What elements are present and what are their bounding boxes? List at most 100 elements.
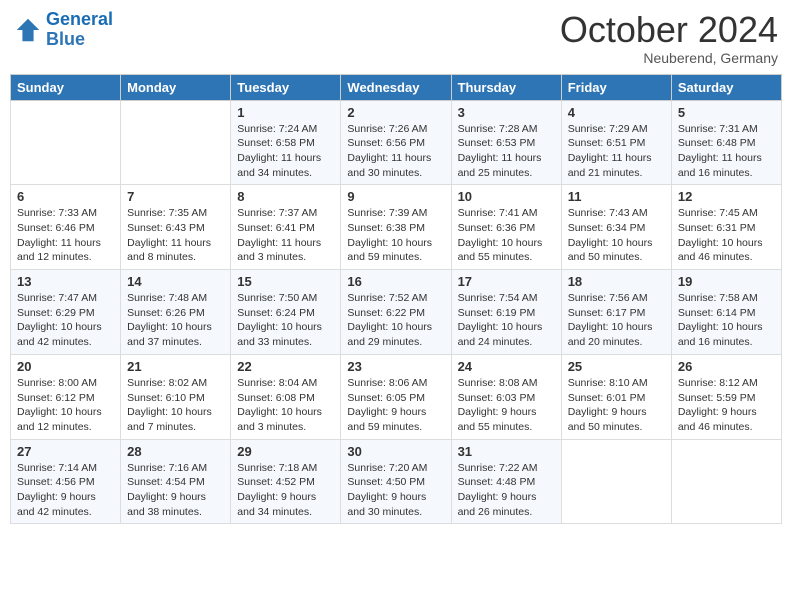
title-area: October 2024 Neuberend, Germany <box>560 10 778 66</box>
calendar-week-3: 13 Sunrise: 7:47 AMSunset: 6:29 PMDayligh… <box>11 270 782 355</box>
day-number: 9 <box>347 189 444 204</box>
calendar-header-tuesday: Tuesday <box>231 74 341 100</box>
day-number: 19 <box>678 274 775 289</box>
day-number: 6 <box>17 189 114 204</box>
day-number: 31 <box>458 444 555 459</box>
day-number: 29 <box>237 444 334 459</box>
calendar-header-wednesday: Wednesday <box>341 74 451 100</box>
logo-icon <box>14 16 42 44</box>
calendar-cell: 16 Sunrise: 7:52 AMSunset: 6:22 PMDayligh… <box>341 270 451 355</box>
day-info: Sunrise: 7:47 AMSunset: 6:29 PMDaylight:… <box>17 291 114 350</box>
calendar-header-sunday: Sunday <box>11 74 121 100</box>
day-info: Sunrise: 8:02 AMSunset: 6:10 PMDaylight:… <box>127 376 224 435</box>
day-number: 10 <box>458 189 555 204</box>
calendar-header-saturday: Saturday <box>671 74 781 100</box>
day-info: Sunrise: 8:06 AMSunset: 6:05 PMDaylight:… <box>347 376 444 435</box>
day-info: Sunrise: 7:22 AMSunset: 4:48 PMDaylight:… <box>458 461 555 520</box>
day-number: 11 <box>568 189 665 204</box>
day-number: 2 <box>347 105 444 120</box>
day-number: 17 <box>458 274 555 289</box>
day-info: Sunrise: 7:35 AMSunset: 6:43 PMDaylight:… <box>127 206 224 265</box>
calendar-cell: 26 Sunrise: 8:12 AMSunset: 5:59 PMDayligh… <box>671 354 781 439</box>
day-number: 12 <box>678 189 775 204</box>
calendar-cell: 1Sunrise: 7:24 AMSunset: 6:58 PMDaylight… <box>231 100 341 185</box>
day-number: 16 <box>347 274 444 289</box>
day-info: Sunrise: 7:50 AMSunset: 6:24 PMDaylight:… <box>237 291 334 350</box>
calendar-header-row: SundayMondayTuesdayWednesdayThursdayFrid… <box>11 74 782 100</box>
day-info: Sunrise: 7:56 AMSunset: 6:17 PMDaylight:… <box>568 291 665 350</box>
calendar-cell: 17 Sunrise: 7:54 AMSunset: 6:19 PMDayligh… <box>451 270 561 355</box>
month-title: October 2024 <box>560 10 778 50</box>
calendar-cell: 18 Sunrise: 7:56 AMSunset: 6:17 PMDayligh… <box>561 270 671 355</box>
calendar-cell: 14Sunrise: 7:48 AMSunset: 6:26 PMDayligh… <box>121 270 231 355</box>
day-info: Sunrise: 7:43 AMSunset: 6:34 PMDaylight:… <box>568 206 665 265</box>
calendar-cell: 20 Sunrise: 8:00 AMSunset: 6:12 PMDayligh… <box>11 354 121 439</box>
day-info: Sunrise: 8:12 AMSunset: 5:59 PMDaylight:… <box>678 376 775 435</box>
day-number: 23 <box>347 359 444 374</box>
day-info: Sunrise: 7:26 AMSunset: 6:56 PMDaylight:… <box>347 122 444 181</box>
calendar-cell: 2 Sunrise: 7:26 AMSunset: 6:56 PMDaylight… <box>341 100 451 185</box>
day-info: Sunrise: 7:18 AMSunset: 4:52 PMDaylight:… <box>237 461 334 520</box>
calendar-cell: 9 Sunrise: 7:39 AMSunset: 6:38 PMDaylight… <box>341 185 451 270</box>
calendar-cell: 5Sunrise: 7:31 AMSunset: 6:48 PMDaylight… <box>671 100 781 185</box>
calendar-cell: 29 Sunrise: 7:18 AMSunset: 4:52 PMDayligh… <box>231 439 341 524</box>
calendar-cell <box>671 439 781 524</box>
calendar-cell: 28 Sunrise: 7:16 AMSunset: 4:54 PMDayligh… <box>121 439 231 524</box>
calendar-cell: 31 Sunrise: 7:22 AMSunset: 4:48 PMDayligh… <box>451 439 561 524</box>
calendar-cell <box>561 439 671 524</box>
day-number: 13 <box>17 274 114 289</box>
calendar-header-monday: Monday <box>121 74 231 100</box>
day-number: 3 <box>458 105 555 120</box>
calendar-cell: 23 Sunrise: 8:06 AMSunset: 6:05 PMDayligh… <box>341 354 451 439</box>
day-info: Sunrise: 7:37 AMSunset: 6:41 PMDaylight:… <box>237 206 334 265</box>
calendar-cell: 19 Sunrise: 7:58 AMSunset: 6:14 PMDayligh… <box>671 270 781 355</box>
day-number: 26 <box>678 359 775 374</box>
calendar-cell: 4Sunrise: 7:29 AMSunset: 6:51 PMDaylight… <box>561 100 671 185</box>
calendar-cell: 13 Sunrise: 7:47 AMSunset: 6:29 PMDayligh… <box>11 270 121 355</box>
day-info: Sunrise: 7:20 AMSunset: 4:50 PMDaylight:… <box>347 461 444 520</box>
calendar-cell: 21 Sunrise: 8:02 AMSunset: 6:10 PMDayligh… <box>121 354 231 439</box>
calendar-cell: 6Sunrise: 7:33 AMSunset: 6:46 PMDaylight… <box>11 185 121 270</box>
calendar-cell: 30Sunrise: 7:20 AMSunset: 4:50 PMDayligh… <box>341 439 451 524</box>
logo: General Blue <box>14 10 113 50</box>
logo-text: General Blue <box>46 10 113 50</box>
day-info: Sunrise: 7:54 AMSunset: 6:19 PMDaylight:… <box>458 291 555 350</box>
day-number: 14 <box>127 274 224 289</box>
day-number: 28 <box>127 444 224 459</box>
location: Neuberend, Germany <box>560 50 778 66</box>
calendar-header-thursday: Thursday <box>451 74 561 100</box>
calendar-week-5: 27 Sunrise: 7:14 AMSunset: 4:56 PMDayligh… <box>11 439 782 524</box>
day-info: Sunrise: 8:08 AMSunset: 6:03 PMDaylight:… <box>458 376 555 435</box>
day-info: Sunrise: 8:10 AMSunset: 6:01 PMDaylight:… <box>568 376 665 435</box>
calendar-week-4: 20 Sunrise: 8:00 AMSunset: 6:12 PMDayligh… <box>11 354 782 439</box>
day-info: Sunrise: 8:04 AMSunset: 6:08 PMDaylight:… <box>237 376 334 435</box>
calendar-week-1: 1Sunrise: 7:24 AMSunset: 6:58 PMDaylight… <box>11 100 782 185</box>
calendar-cell: 12Sunrise: 7:45 AMSunset: 6:31 PMDayligh… <box>671 185 781 270</box>
day-info: Sunrise: 7:52 AMSunset: 6:22 PMDaylight:… <box>347 291 444 350</box>
day-number: 24 <box>458 359 555 374</box>
day-number: 15 <box>237 274 334 289</box>
day-number: 21 <box>127 359 224 374</box>
calendar-cell: 11 Sunrise: 7:43 AMSunset: 6:34 PMDayligh… <box>561 185 671 270</box>
calendar-cell: 10 Sunrise: 7:41 AMSunset: 6:36 PMDayligh… <box>451 185 561 270</box>
day-info: Sunrise: 7:14 AMSunset: 4:56 PMDaylight:… <box>17 461 114 520</box>
day-info: Sunrise: 7:58 AMSunset: 6:14 PMDaylight:… <box>678 291 775 350</box>
day-info: Sunrise: 8:00 AMSunset: 6:12 PMDaylight:… <box>17 376 114 435</box>
day-number: 1 <box>237 105 334 120</box>
day-number: 7 <box>127 189 224 204</box>
calendar-cell: 7 Sunrise: 7:35 AMSunset: 6:43 PMDaylight… <box>121 185 231 270</box>
day-number: 25 <box>568 359 665 374</box>
day-info: Sunrise: 7:16 AMSunset: 4:54 PMDaylight:… <box>127 461 224 520</box>
day-info: Sunrise: 7:31 AMSunset: 6:48 PMDaylight:… <box>678 122 775 181</box>
day-number: 18 <box>568 274 665 289</box>
calendar-cell: 3Sunrise: 7:28 AMSunset: 6:53 PMDaylight… <box>451 100 561 185</box>
calendar-cell <box>121 100 231 185</box>
day-number: 27 <box>17 444 114 459</box>
calendar-cell <box>11 100 121 185</box>
calendar-cell: 22Sunrise: 8:04 AMSunset: 6:08 PMDayligh… <box>231 354 341 439</box>
calendar-week-2: 6Sunrise: 7:33 AMSunset: 6:46 PMDaylight… <box>11 185 782 270</box>
page-header: General Blue October 2024 Neuberend, Ger… <box>10 10 782 66</box>
day-info: Sunrise: 7:41 AMSunset: 6:36 PMDaylight:… <box>458 206 555 265</box>
day-info: Sunrise: 7:39 AMSunset: 6:38 PMDaylight:… <box>347 206 444 265</box>
day-number: 20 <box>17 359 114 374</box>
